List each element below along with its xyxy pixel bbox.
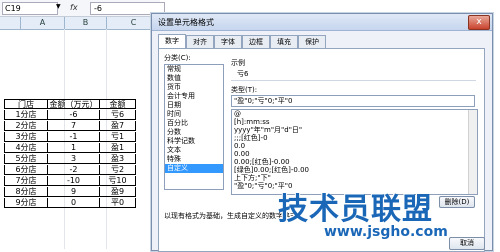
table-cell-amount-wan[interactable]: -6 — [48, 110, 100, 120]
formula-bar: C19 ▼ fx -6 — [0, 0, 165, 17]
format-list-item[interactable]: 0.00;[红色]-0.00 — [232, 158, 477, 166]
format-list-item[interactable]: 0.00 — [232, 150, 477, 158]
format-list-item[interactable]: 上下方;"下" — [232, 174, 477, 182]
format-list-item[interactable]: yyyy"年"m"月"d"日" — [232, 126, 477, 134]
table-header-amount[interactable]: 金额 — [100, 99, 136, 109]
dialog-title: 设置单元格格式 — [158, 18, 214, 27]
sample-box — [231, 67, 476, 81]
type-label: 类型(T): — [231, 86, 258, 94]
table-cell-amount[interactable]: 盈9 — [100, 187, 136, 197]
category-item[interactable]: 日期 — [165, 101, 223, 110]
name-box[interactable]: C19 — [2, 2, 58, 15]
corner-header[interactable] — [0, 17, 21, 30]
tab-font[interactable]: 字体 — [214, 35, 242, 48]
category-item[interactable]: 分数 — [165, 128, 223, 137]
table-cell-amount[interactable]: 亏10 — [100, 176, 136, 186]
table-cell-store[interactable]: 9分店 — [4, 198, 48, 208]
category-item[interactable]: 会计专用 — [165, 92, 223, 101]
table-cell-amount[interactable]: 盈3 — [100, 154, 136, 164]
table-cell-amount-wan[interactable]: -2 — [48, 165, 100, 175]
table-cell-amount[interactable]: 盈7 — [100, 121, 136, 131]
column-header-b[interactable]: B — [65, 17, 107, 30]
table-cell-store[interactable]: 1分店 — [4, 110, 48, 120]
table-cell-store[interactable]: 4分店 — [4, 143, 48, 153]
table-cell-amount[interactable]: 平0 — [100, 198, 136, 208]
table-cell-store[interactable]: 5分店 — [4, 154, 48, 164]
tab-alignment[interactable]: 对齐 — [186, 35, 214, 48]
table-cell-amount-wan[interactable]: -10 — [48, 176, 100, 186]
dialog-titlebar[interactable]: 设置单元格格式 x — [152, 14, 492, 31]
table-header-amount-wan[interactable]: 金额（万元） — [48, 99, 100, 109]
format-list-scrollbar[interactable] — [468, 110, 477, 194]
type-input[interactable]: "盈"0;"亏"0;"平"0 — [231, 95, 475, 107]
watermark-title: 技术员联盟 — [278, 192, 433, 227]
format-list-item[interactable]: [绿色]0.00;[红色]-0.00 — [232, 166, 477, 174]
chevron-down-icon[interactable]: ▼ — [56, 3, 61, 10]
table-cell-amount[interactable]: 亏1 — [100, 132, 136, 142]
format-list-item[interactable]: 0.0 — [232, 142, 477, 150]
table-cell-amount[interactable]: 亏6 — [100, 110, 136, 120]
category-item[interactable]: 百分比 — [165, 119, 223, 128]
category-item[interactable]: 常规 — [165, 65, 223, 74]
table-cell-store[interactable]: 8分店 — [4, 187, 48, 197]
category-item[interactable]: 科学记数 — [165, 137, 223, 146]
site-watermark: 技术员联盟 www.jsgho.com — [278, 184, 498, 244]
table-cell-amount[interactable]: 盈1 — [100, 143, 136, 153]
category-item[interactable]: 数值 — [165, 74, 223, 83]
table-cell-amount-wan[interactable]: 3 — [48, 154, 100, 164]
table-cell-amount-wan[interactable]: -1 — [48, 132, 100, 142]
category-label: 分类(C): — [164, 54, 191, 62]
table-cell-amount[interactable]: 亏2 — [100, 165, 136, 175]
format-type-list[interactable]: @ [h]:mm:ss yyyy"年"m"月"d"日" ;;;[红色]-0 0.0 0.0… — [231, 109, 478, 195]
category-list[interactable]: 常规 数值 货币 会计专用 日期 时间 百分比 分数 科学记数 文本 特殊 自定义 — [164, 64, 224, 190]
format-list-item[interactable]: [h]:mm:ss — [232, 118, 477, 126]
category-item[interactable]: 时间 — [165, 110, 223, 119]
watermark-url: www.jsgho.com — [324, 224, 448, 240]
table-cell-amount-wan[interactable]: 9 — [48, 187, 100, 197]
format-list-item[interactable]: ;;;[红色]-0 — [232, 134, 477, 142]
table-cell-amount-wan[interactable]: 1 — [48, 143, 100, 153]
column-header-a[interactable]: A — [21, 17, 65, 30]
table-cell-store[interactable]: 2分店 — [4, 121, 48, 131]
category-item[interactable]: 文本 — [165, 146, 223, 155]
table-cell-store[interactable]: 6分店 — [4, 165, 48, 175]
table-cell-store[interactable]: 7分店 — [4, 176, 48, 186]
tab-border[interactable]: 边框 — [242, 35, 270, 48]
tab-protection[interactable]: 保护 — [298, 35, 326, 48]
table-header-store[interactable]: 门店 — [4, 99, 48, 109]
sample-value: 亏6 — [237, 70, 249, 78]
close-button[interactable]: x — [468, 15, 490, 30]
table-cell-store[interactable]: 3分店 — [4, 132, 48, 142]
category-item[interactable]: 特殊 — [165, 155, 223, 164]
spreadsheet[interactable]: A B C 门店 金额（万元） 金额 1分店 -6 亏6 2分店 7 盈7 3分店 -1 亏1 4… — [0, 17, 160, 249]
fx-icon[interactable]: fx — [70, 2, 82, 13]
format-list-item[interactable]: @ — [232, 110, 477, 118]
table-cell-amount-wan[interactable]: 0 — [48, 198, 100, 208]
table-cell-amount-wan[interactable]: 7 — [48, 121, 100, 131]
category-item[interactable]: 自定义 — [165, 164, 223, 173]
tab-fill[interactable]: 填充 — [270, 35, 298, 48]
tab-number[interactable]: 数字 — [158, 34, 186, 48]
category-item[interactable]: 货币 — [165, 83, 223, 92]
